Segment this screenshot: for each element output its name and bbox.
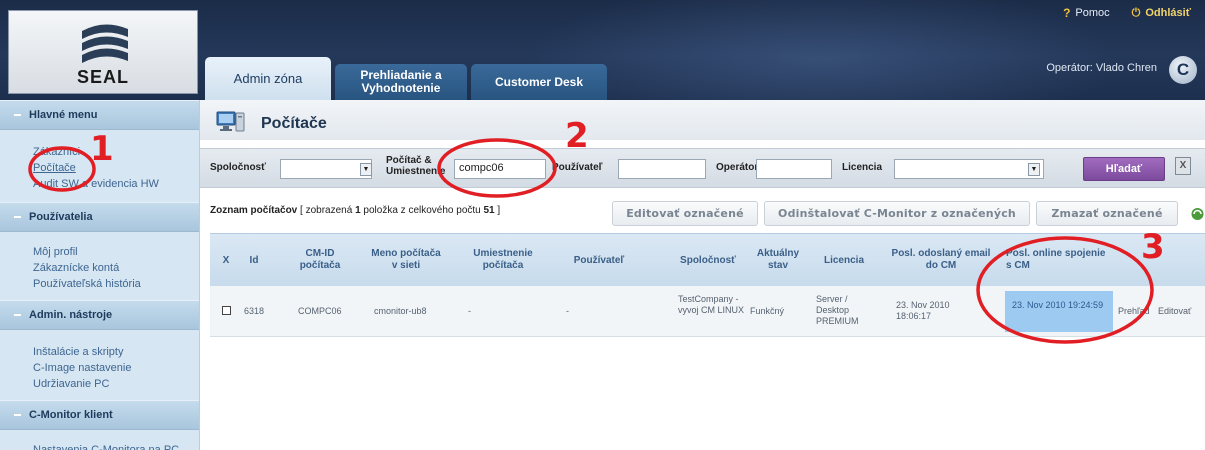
help-link[interactable]: ? Pomoc: [1063, 6, 1110, 20]
power-icon: ⏻: [1131, 6, 1141, 19]
tab-customer-desk[interactable]: Customer Desk: [471, 64, 607, 100]
col-status[interactable]: Aktuálny stav: [750, 248, 806, 272]
cell-user: -: [566, 306, 569, 316]
sidebar-item-installs-scripts[interactable]: Inštalácie a skripty: [0, 344, 199, 360]
row-checkbox[interactable]: [222, 306, 231, 315]
collapse-dash-icon: [14, 414, 21, 416]
help-icon: ?: [1063, 6, 1071, 20]
col-last-online[interactable]: Posl. online spojenie s CM: [1006, 248, 1106, 272]
company-select[interactable]: [280, 159, 372, 179]
cell-status: Funkčný: [750, 306, 785, 316]
collapse-dash-icon: [14, 314, 21, 316]
help-label: Pomoc: [1075, 7, 1110, 19]
operator-filter-label: Operátor: [716, 162, 759, 173]
delete-selected-button[interactable]: Zmazať označené: [1036, 201, 1178, 226]
filter-bar: Spoločnosť ▼ Počítač & Umiestnenie compc…: [200, 148, 1205, 188]
sidebar-item-pc-maintenance[interactable]: Udržiavanie PC: [0, 376, 199, 392]
sidebar-item-customers[interactable]: Zákazníci: [0, 144, 199, 160]
cell-license: Server / Desktop PREMIUM: [816, 294, 859, 326]
row-edit-link[interactable]: Editovať: [1158, 306, 1191, 317]
col-net-name[interactable]: Meno počítača v sieti: [370, 248, 442, 272]
top-header: SEAL ? Pomoc ⏻ Odhlásiť Operátor: Vlado …: [0, 0, 1205, 100]
sidebar-item-cimage-settings[interactable]: C-Image nastavenie: [0, 360, 199, 376]
license-select[interactable]: [894, 159, 1044, 179]
top-links: ? Pomoc ⏻ Odhlásiť: [1063, 4, 1191, 22]
col-id[interactable]: Id: [240, 255, 268, 267]
clear-filter-icon[interactable]: X: [1175, 157, 1191, 175]
c-monitor-logo-icon[interactable]: C: [1169, 56, 1197, 84]
computer-filter-label: Počítač & Umiestnenie: [386, 155, 446, 177]
seal-logo[interactable]: SEAL: [8, 10, 198, 94]
col-company[interactable]: Spoločnosť: [668, 255, 748, 267]
logout-label: Odhlásiť: [1145, 7, 1191, 19]
main-content: Počítače Spoločnosť ▼ Počítač & Umiestne…: [200, 100, 1205, 450]
seal-logo-mark-icon: [82, 24, 128, 63]
computer-search-input[interactable]: compc06: [454, 159, 546, 179]
user-filter-input[interactable]: [618, 159, 706, 179]
tab-admin-zone[interactable]: Admin zóna: [205, 57, 331, 100]
search-button[interactable]: Hľadať: [1083, 157, 1165, 181]
sidebar-item-user-history[interactable]: Používateľská história: [0, 276, 199, 292]
sidebar-section-cmonitor-client[interactable]: C-Monitor klient: [0, 400, 199, 430]
cell-company: TestCompany - vyvoj CM LINUX: [678, 294, 745, 315]
sidebar-section-admin-tools[interactable]: Admin. nástroje: [0, 300, 199, 330]
sidebar: Hlavné menu Zákazníci Počítače Audit SW …: [0, 100, 200, 450]
collapse-dash-icon: [14, 114, 21, 116]
refresh-icon[interactable]: [1190, 206, 1205, 222]
cell-cm-id: COMPC06: [298, 306, 342, 316]
table-header: X Id CM-ID počítača Meno počítača v siet…: [210, 233, 1205, 286]
col-cm-id[interactable]: CM-ID počítača: [294, 248, 346, 272]
computer-icon: [216, 111, 245, 132]
col-location[interactable]: Umiestnenie počítača: [464, 248, 542, 272]
cell-location: -: [468, 306, 471, 316]
company-dropdown-icon[interactable]: ▼: [360, 163, 372, 176]
page-header: Počítače: [200, 100, 1205, 140]
license-filter-label: Licencia: [842, 162, 883, 173]
user-filter-label: Používateľ: [552, 162, 603, 173]
sidebar-item-customer-accounts[interactable]: Zákaznícke kontá: [0, 260, 199, 276]
logout-link[interactable]: ⏻ Odhlásiť: [1132, 7, 1191, 20]
uninstall-selected-button[interactable]: Odinštalovať C-Monitor z označených: [764, 201, 1030, 226]
table-row[interactable]: 6318 COMPC06 cmonitor-ub8 - - TestCompan…: [210, 286, 1205, 337]
sidebar-section-main-menu[interactable]: Hlavné menu: [0, 100, 199, 130]
sidebar-item-computers[interactable]: Počítače: [0, 160, 199, 176]
row-overview-link[interactable]: Prehľad: [1118, 306, 1150, 317]
list-summary: Zoznam počítačov [ zobrazená 1 položka z…: [210, 205, 501, 216]
cell-last-email: 23. Nov 2010 18:06:17: [896, 300, 950, 321]
col-last-email[interactable]: Posl. odoslaný email do CM: [888, 248, 994, 272]
sidebar-item-sw-audit[interactable]: Audit SW a evidencia HW: [0, 176, 199, 192]
page-title: Počítače: [261, 115, 327, 132]
collapse-dash-icon: [14, 216, 21, 218]
col-select[interactable]: X: [216, 255, 236, 267]
header-decoration: [520, 0, 1120, 100]
col-license[interactable]: Licencia: [816, 255, 872, 267]
license-dropdown-icon[interactable]: ▼: [1028, 163, 1040, 176]
company-filter-label: Spoločnosť: [210, 162, 266, 173]
operator-info: Operátor: Vlado Chren: [1046, 62, 1157, 74]
sidebar-item-cmonitor-settings[interactable]: Nastavenia C-Monitora na PC: [0, 442, 199, 450]
cell-id: 6318: [244, 306, 265, 316]
sidebar-section-users[interactable]: Používatelia: [0, 202, 199, 232]
col-user[interactable]: Používateľ: [564, 255, 634, 267]
tab-browse-evaluate[interactable]: Prehliadanie a Vyhodnotenie: [335, 64, 467, 100]
main-tabs: Admin zóna Prehliadanie a Vyhodnotenie C…: [205, 56, 607, 100]
logo-text: SEAL: [76, 67, 129, 87]
list-toolbar: Zoznam počítačov [ zobrazená 1 položka z…: [200, 196, 1205, 230]
computers-table: X Id CM-ID počítača Meno počítača v siet…: [210, 233, 1205, 337]
cell-last-online: 23. Nov 2010 19:24:59: [1005, 291, 1113, 332]
operator-filter-input[interactable]: [756, 159, 832, 179]
sidebar-item-my-profile[interactable]: Môj profil: [0, 244, 199, 260]
edit-selected-button[interactable]: Editovať označené: [612, 201, 758, 226]
cell-net-name: cmonitor-ub8: [374, 306, 427, 316]
